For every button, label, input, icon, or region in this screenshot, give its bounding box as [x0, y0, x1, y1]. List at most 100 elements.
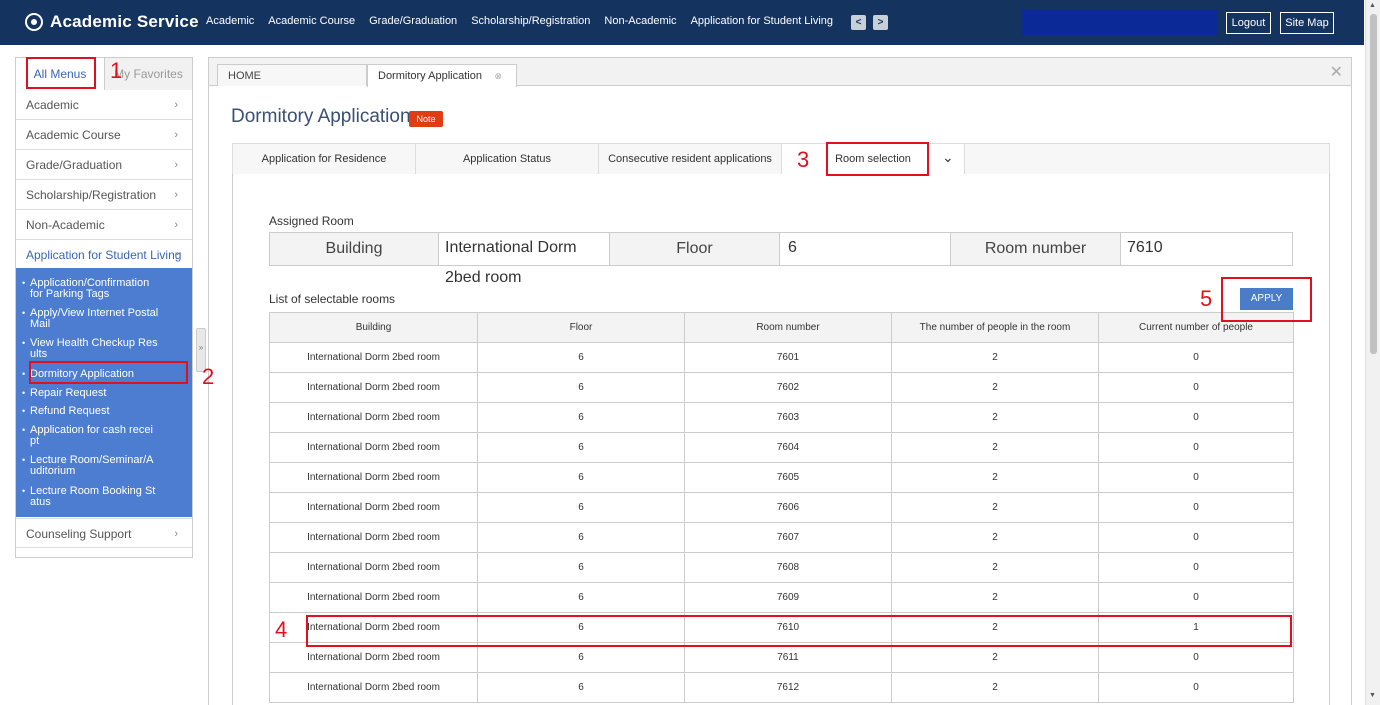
table-cell: 6 [477, 672, 685, 703]
sidebar-item-academic[interactable]: Academic › [16, 90, 192, 120]
topnav-grade-graduation[interactable]: Grade/Graduation [369, 15, 457, 27]
annotation-number-1: 1 [110, 58, 123, 83]
submenu-item-cash-receipt[interactable]: Application for cash receipt [22, 425, 180, 447]
sidebar-item-counseling-support[interactable]: Counseling Support › [16, 518, 192, 548]
scroll-down-icon[interactable]: ▼ [1369, 692, 1376, 699]
submenu-item-lecture-room-seminar[interactable]: Lecture Room/Seminar/Auditorium [22, 455, 180, 477]
table-cell: 2 [891, 672, 1099, 703]
rooms-table-body: International Dorm 2bed room 6 7601 2 0 Inter… [269, 342, 1294, 703]
submenu-student-living: Application/Confirmationfor Parking Tags… [16, 268, 192, 517]
annotation-number-3: 3 [797, 147, 810, 172]
table-cell: 7611 [684, 642, 892, 673]
table-cell: 0 [1098, 582, 1294, 613]
submenu-item-health-checkup[interactable]: View Health Checkup Results [22, 337, 180, 360]
assigned-building-label: Building [269, 232, 439, 266]
next-arrow-icon[interactable]: > [873, 15, 888, 30]
topnav-student-living[interactable]: Application for Student Living [691, 15, 833, 27]
page-tab-home[interactable]: HOME [217, 64, 367, 86]
scroll-up-icon[interactable]: ▲ [1369, 2, 1376, 9]
logout-button[interactable]: Logout [1226, 12, 1271, 34]
table-cell: International Dorm 2bed room [269, 372, 478, 403]
table-cell: 0 [1098, 672, 1294, 703]
table-cell: 7608 [684, 552, 892, 583]
page-tab-label: Dormitory Application [378, 70, 482, 82]
table-cell: 6 [477, 492, 685, 523]
table-cell: 2 [891, 522, 1099, 553]
table-cell: 6 [477, 432, 685, 463]
tab-consecutive-resident[interactable]: Consecutive resident applications [599, 144, 782, 174]
table-cell: 0 [1098, 462, 1294, 493]
page-scrollbar[interactable]: ▲ ▼ [1365, 0, 1380, 705]
content-frame: HOME Dormitory Application ⊗ ✕ Dormitory… [208, 57, 1352, 705]
tab-application-for-residence[interactable]: Application for Residence [233, 144, 416, 174]
table-cell: International Dorm 2bed room [269, 462, 478, 493]
page-tab-dormitory[interactable]: Dormitory Application ⊗ [367, 64, 517, 87]
assigned-room-label: Room number [950, 232, 1121, 266]
table-cell: 0 [1098, 522, 1294, 553]
table-cell: 6 [477, 552, 685, 583]
table-cell: 0 [1098, 642, 1294, 673]
table-row[interactable]: International Dorm 2bed room 6 7606 2 0 [269, 492, 1294, 523]
brand-logo[interactable]: Academic Service [25, 10, 199, 34]
submenu-item-postal-mail[interactable]: Apply/View Internet PostalMail [22, 308, 180, 330]
table-cell: 7609 [684, 582, 892, 613]
prev-arrow-icon[interactable]: < [851, 15, 866, 30]
topnav-academic[interactable]: Academic [206, 15, 254, 27]
selectable-rooms-heading: List of selectable rooms [269, 292, 396, 306]
chevron-right-icon: › [174, 129, 178, 141]
table-cell: International Dorm 2bed room [269, 642, 478, 673]
table-cell: 2 [891, 642, 1099, 673]
sidebar-item-label: Scholarship/Registration [26, 188, 157, 202]
table-row[interactable]: International Dorm 2bed room 6 7608 2 0 [269, 552, 1294, 583]
sidebar-item-academic-course[interactable]: Academic Course › [16, 120, 192, 150]
table-cell: 0 [1098, 432, 1294, 463]
table-cell: 0 [1098, 342, 1294, 373]
site-map-button[interactable]: Site Map [1280, 12, 1334, 34]
chevron-right-icon: › [174, 99, 178, 111]
table-row[interactable]: International Dorm 2bed room 6 7601 2 0 [269, 342, 1294, 373]
table-cell: International Dorm 2bed room [269, 582, 478, 613]
tab-close-icon[interactable]: ⊗ [494, 65, 502, 87]
table-row[interactable]: International Dorm 2bed room 6 7602 2 0 [269, 372, 1294, 403]
chevron-right-icon: › [174, 528, 178, 540]
submenu-item-repair-request[interactable]: Repair Request [22, 388, 180, 400]
table-cell: 6 [477, 642, 685, 673]
topnav-scholarship-registration[interactable]: Scholarship/Registration [471, 15, 590, 27]
topnav-non-academic[interactable]: Non-Academic [604, 15, 676, 27]
sidebar-item-student-living[interactable]: Application for Student Living ⌄ [16, 240, 192, 270]
table-row[interactable]: International Dorm 2bed room 6 7604 2 0 [269, 432, 1294, 463]
table-row[interactable]: International Dorm 2bed room 6 7612 2 0 [269, 672, 1294, 703]
submenu-item-lecture-room-booking[interactable]: Lecture Room Booking Status [22, 486, 180, 508]
table-cell: 6 [477, 342, 685, 373]
sidebar-item-non-academic[interactable]: Non-Academic › [16, 210, 192, 240]
close-icon[interactable]: ✕ [1330, 62, 1343, 82]
table-row[interactable]: International Dorm 2bed room 6 7607 2 0 [269, 522, 1294, 553]
chevron-down-icon[interactable]: ⌄ [942, 142, 954, 172]
sidebar-item-grade-graduation[interactable]: Grade/Graduation › [16, 150, 192, 180]
submenu-label-line: atus [30, 496, 51, 508]
submenu-item-parking-tags[interactable]: Application/Confirmationfor Parking Tags [22, 278, 180, 300]
sidebar-item-scholarship[interactable]: Scholarship/Registration › [16, 180, 192, 210]
table-row[interactable]: International Dorm 2bed room 6 7611 2 0 [269, 642, 1294, 673]
table-cell: 7605 [684, 462, 892, 493]
table-cell: 2 [891, 552, 1099, 583]
table-row[interactable]: International Dorm 2bed room 6 7603 2 0 [269, 402, 1294, 433]
scrollbar-thumb[interactable] [1370, 14, 1377, 354]
table-cell: 0 [1098, 372, 1294, 403]
topnav-academic-course[interactable]: Academic Course [268, 15, 355, 27]
submenu-label-line: View Health Checkup Res [30, 337, 158, 349]
submenu-item-refund-request[interactable]: Refund Request [22, 405, 180, 418]
submenu-label-line: Refund Request [30, 405, 110, 417]
note-button[interactable]: Note [409, 111, 443, 127]
table-cell: International Dorm 2bed room [269, 492, 478, 523]
table-cell: 7606 [684, 492, 892, 523]
assigned-room-value: 7610 [1120, 232, 1293, 266]
tab-application-status[interactable]: Application Status [416, 144, 599, 174]
table-cell: International Dorm 2bed room [269, 402, 478, 433]
table-row[interactable]: International Dorm 2bed room 6 7605 2 0 [269, 462, 1294, 493]
annotation-number-5: 5 [1200, 286, 1213, 311]
submenu-label-line: for Parking Tags [30, 288, 110, 300]
submenu-label-line: uditorium [30, 465, 76, 477]
table-header-row: Building Floor Room number The number of… [269, 312, 1294, 343]
table-row[interactable]: International Dorm 2bed room 6 7609 2 0 [269, 582, 1294, 613]
